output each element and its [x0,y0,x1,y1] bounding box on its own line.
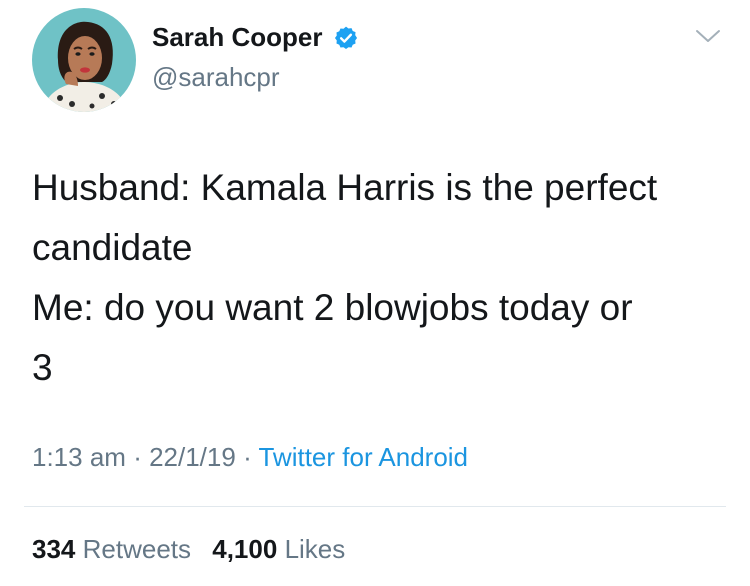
avatar[interactable] [32,8,136,112]
tweet-text: Husband: Kamala Harris is the perfect ca… [32,158,722,398]
tweet-time[interactable]: 1:13 am [32,442,126,472]
tweet-source-link[interactable]: Twitter for Android [258,442,468,472]
author-handle[interactable]: @sarahcpr [152,62,280,93]
divider [24,506,726,507]
tweet-stats: 334 Retweets 4,100 Likes [32,534,345,565]
tweet-text-line: candidate [32,227,193,268]
tweet-date[interactable]: 22/1/19 [149,442,236,472]
author-name-row: Sarah Cooper [152,22,359,53]
tweet-card: Sarah Cooper @sarahcpr Husband: Kamala H… [0,0,750,586]
likes-count: 4,100 [212,534,278,564]
author-name[interactable]: Sarah Cooper [152,22,323,53]
likes-stat[interactable]: 4,100 Likes [212,534,345,564]
retweets-count: 334 [32,534,76,564]
meta-separator: · [243,442,259,472]
tweet-meta: 1:13 am · 22/1/19 · Twitter for Android [32,442,468,473]
tweet-text-line: Husband: Kamala Harris is the perfect [32,167,658,208]
retweets-label: Retweets [82,534,192,564]
chevron-down-icon[interactable] [693,26,723,46]
tweet-text-line: 3 [32,347,53,388]
verified-badge-icon [334,26,357,49]
tweet-text-line: Me: do you want 2 blowjobs today or [32,287,633,328]
meta-separator: · [133,442,150,472]
retweets-stat[interactable]: 334 Retweets [32,534,198,564]
likes-label: Likes [284,534,346,564]
